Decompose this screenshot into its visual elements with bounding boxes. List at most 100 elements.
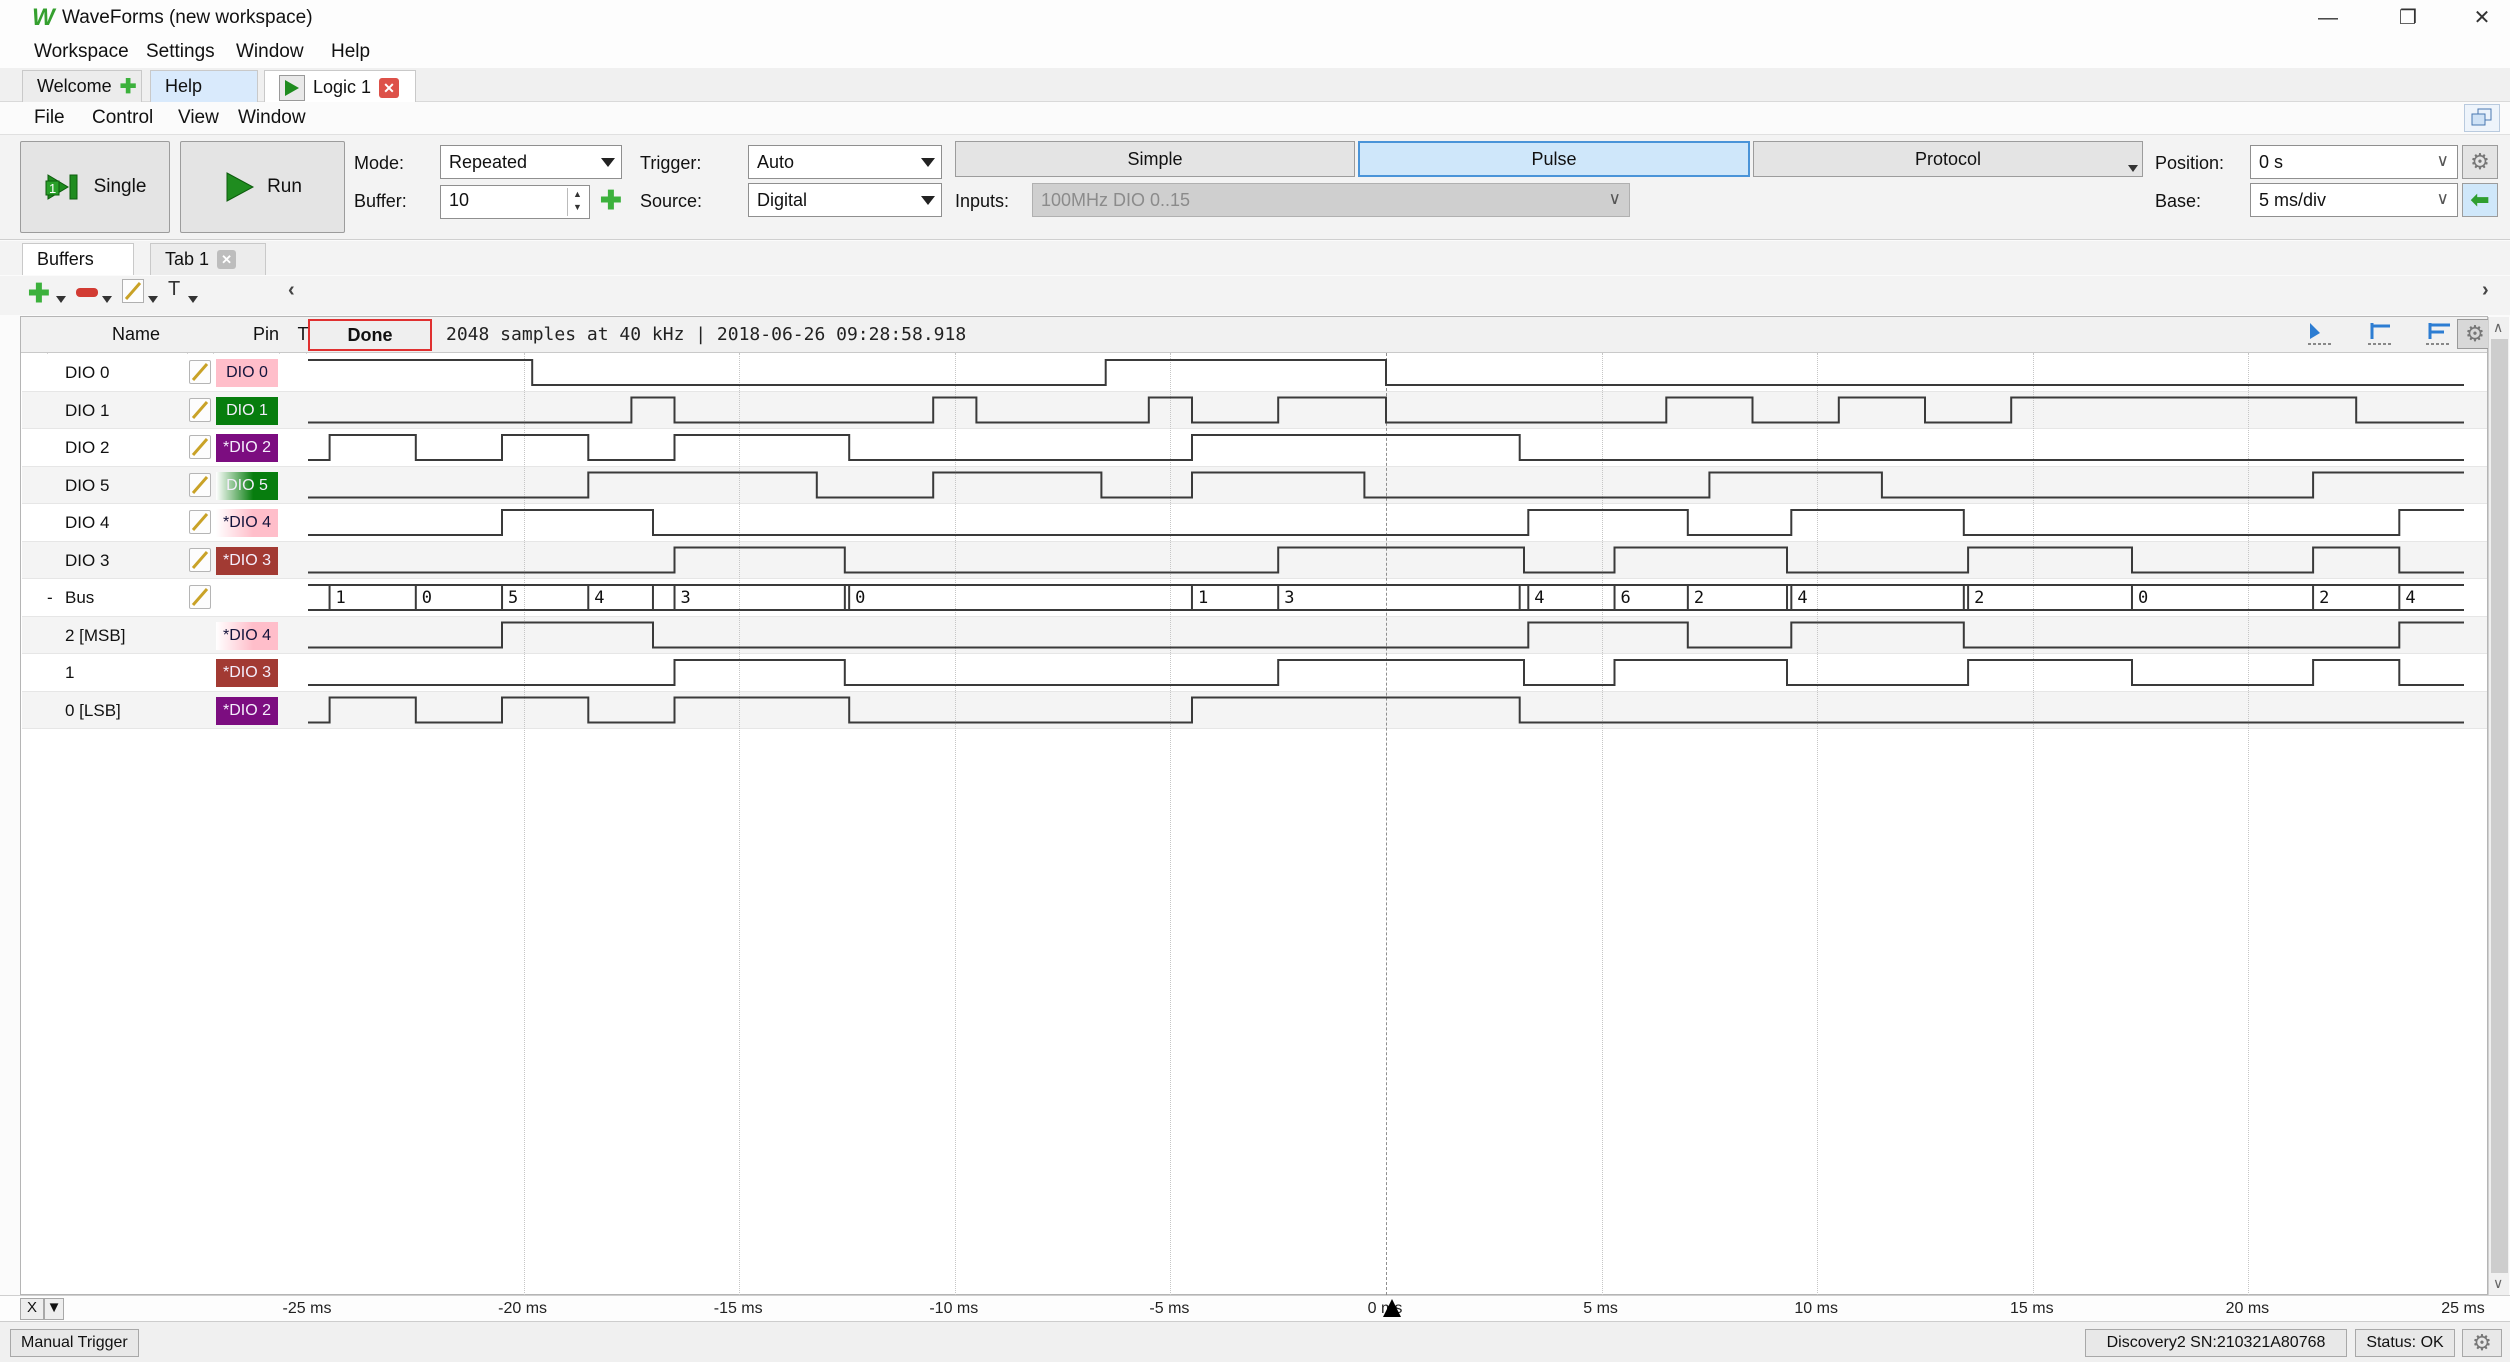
remove-channel-icon[interactable]: [76, 288, 98, 297]
scroll-right-icon[interactable]: ›: [2482, 279, 2489, 302]
close-button[interactable]: ✕: [2454, 0, 2510, 36]
signal-name[interactable]: DIO 1: [65, 401, 109, 421]
note-icon[interactable]: [189, 360, 211, 384]
signal-name[interactable]: 2 [MSB]: [65, 626, 125, 646]
note-icon[interactable]: [189, 473, 211, 497]
mode-value: Repeated: [449, 152, 527, 173]
pin-badge[interactable]: DIO 0: [216, 359, 278, 387]
signal-name[interactable]: 0 [LSB]: [65, 701, 121, 721]
note-icon[interactable]: [189, 510, 211, 534]
base-combo[interactable]: 5 ms/div∨: [2250, 183, 2458, 217]
logic-play-icon: [279, 75, 305, 101]
tab-buffers[interactable]: Buffers: [22, 243, 134, 275]
remove-channel-caret-icon[interactable]: [102, 296, 112, 303]
axis-tick-label: -20 ms: [478, 1300, 568, 1318]
signal-name[interactable]: DIO 3: [65, 551, 109, 571]
signal-name[interactable]: Bus: [65, 588, 94, 608]
waveform-plot[interactable]: 1054301346242024: [308, 354, 2464, 730]
scroll-down-icon[interactable]: ∨: [2493, 1275, 2503, 1292]
new-tab-plus-icon[interactable]: ✚: [120, 74, 137, 99]
menu-workspace[interactable]: Workspace: [28, 39, 135, 65]
trigger-position-marker[interactable]: [1383, 1299, 1401, 1317]
tab1-close-icon[interactable]: ✕: [217, 250, 236, 269]
mode-select[interactable]: Repeated: [440, 145, 622, 179]
pin-badge[interactable]: DIO 5: [216, 472, 278, 500]
tab-tab1[interactable]: Tab 1 ✕: [150, 243, 266, 275]
tab-welcome[interactable]: Welcome ✚: [22, 70, 142, 102]
menu-view[interactable]: View: [172, 105, 225, 131]
signal-name[interactable]: DIO 0: [65, 363, 109, 383]
buffer-spinner[interactable]: 10 ▲▼: [440, 185, 590, 219]
pin-badge[interactable]: *DIO 3: [216, 547, 278, 575]
axis-x-button[interactable]: X: [20, 1298, 44, 1320]
menu-control[interactable]: Control: [86, 105, 159, 131]
manual-trigger-button[interactable]: Manual Trigger: [10, 1329, 139, 1357]
menu-settings[interactable]: Settings: [140, 39, 221, 65]
edit-caret-icon[interactable]: [148, 296, 158, 303]
x-cursors-icon[interactable]: [2361, 319, 2401, 349]
signal-name[interactable]: DIO 4: [65, 513, 109, 533]
pin-badge[interactable]: *DIO 3: [216, 659, 278, 687]
tab-help[interactable]: Help: [150, 70, 258, 102]
note-icon[interactable]: [189, 548, 211, 572]
spinner-arrows-icon[interactable]: ▲▼: [567, 188, 587, 216]
window-title: WaveForms (new workspace): [62, 7, 313, 29]
tab-close-icon[interactable]: ✕: [379, 78, 399, 98]
tab-logic-1[interactable]: Logic 1 ✕: [264, 70, 416, 104]
status-badge[interactable]: Status: OK: [2355, 1329, 2455, 1357]
source-select[interactable]: Digital: [748, 183, 942, 217]
trigger-select[interactable]: Auto: [748, 145, 942, 179]
plot-vscrollbar-thumb[interactable]: [2491, 339, 2508, 1273]
run-button[interactable]: Run: [180, 141, 345, 233]
menu-window[interactable]: Window: [230, 39, 310, 65]
add-channel-caret-icon[interactable]: [56, 296, 66, 303]
note-icon[interactable]: [189, 398, 211, 422]
note-icon[interactable]: [189, 435, 211, 459]
pin-badge[interactable]: *DIO 4: [216, 509, 278, 537]
fit-timebase-button[interactable]: ⬅: [2462, 183, 2498, 217]
axis-tick-label: 5 ms: [1556, 1300, 1646, 1318]
edit-note-icon[interactable]: [122, 279, 144, 303]
device-options-button[interactable]: ⚙: [2462, 1329, 2502, 1357]
menu-file[interactable]: File: [28, 105, 71, 131]
trigger-pulse-button[interactable]: Pulse: [1358, 141, 1750, 177]
hot-track-icon[interactable]: [2301, 319, 2341, 349]
scroll-left-icon[interactable]: ‹: [288, 279, 295, 302]
bus-collapse-toggle[interactable]: -: [47, 588, 53, 608]
signal-name[interactable]: DIO 5: [65, 476, 109, 496]
device-badge[interactable]: Discovery2 SN:210321A80768: [2085, 1329, 2347, 1357]
digital-waveform-dio-2: [308, 435, 2464, 460]
scroll-up-icon[interactable]: ∧: [2493, 319, 2503, 336]
restore-button[interactable]: ❐: [2380, 0, 2436, 36]
single-button[interactable]: 1 Single: [20, 141, 170, 233]
pin-badge[interactable]: *DIO 4: [216, 622, 278, 650]
buffers-label: Buffers: [37, 249, 94, 270]
minimize-button[interactable]: —: [2300, 0, 2356, 36]
menu-help[interactable]: Help: [325, 39, 376, 65]
float-window-button[interactable]: [2464, 104, 2500, 132]
pin-badge[interactable]: *DIO 2: [216, 697, 278, 725]
add-buffer-icon[interactable]: ✚: [600, 185, 622, 216]
text-tool-icon[interactable]: T: [168, 278, 180, 301]
signal-name[interactable]: 1: [65, 663, 74, 683]
tab-welcome-label: Welcome: [37, 76, 112, 97]
trigger-simple-button[interactable]: Simple: [955, 141, 1355, 177]
acquisition-state-button[interactable]: Done: [308, 319, 432, 351]
axis-x-dropdown[interactable]: ▼: [44, 1298, 64, 1320]
pin-badge[interactable]: DIO 1: [216, 397, 278, 425]
text-tool-caret-icon[interactable]: [188, 296, 198, 303]
add-channel-icon[interactable]: ✚: [28, 278, 50, 309]
plot-vscrollbar[interactable]: ∧ ∨: [2488, 317, 2509, 1295]
instrument-menubar: File Control View Window: [0, 102, 2510, 134]
pin-badge[interactable]: *DIO 2: [216, 434, 278, 462]
menu-window2[interactable]: Window: [232, 105, 312, 131]
trigger-protocol-button[interactable]: Protocol: [1753, 141, 2143, 177]
single-icon: 1: [44, 169, 84, 205]
signal-name[interactable]: DIO 2: [65, 438, 109, 458]
position-combo[interactable]: 0 s∨: [2250, 145, 2458, 179]
note-icon[interactable]: [189, 585, 211, 609]
position-options-button[interactable]: ⚙: [2462, 145, 2498, 179]
y-cursors-icon[interactable]: [2419, 319, 2459, 349]
bus-value-label: 6: [1621, 588, 1631, 608]
logic-plot-area[interactable]: Name Pin T Done 2048 samples at 40 kHz |…: [20, 316, 2488, 1295]
